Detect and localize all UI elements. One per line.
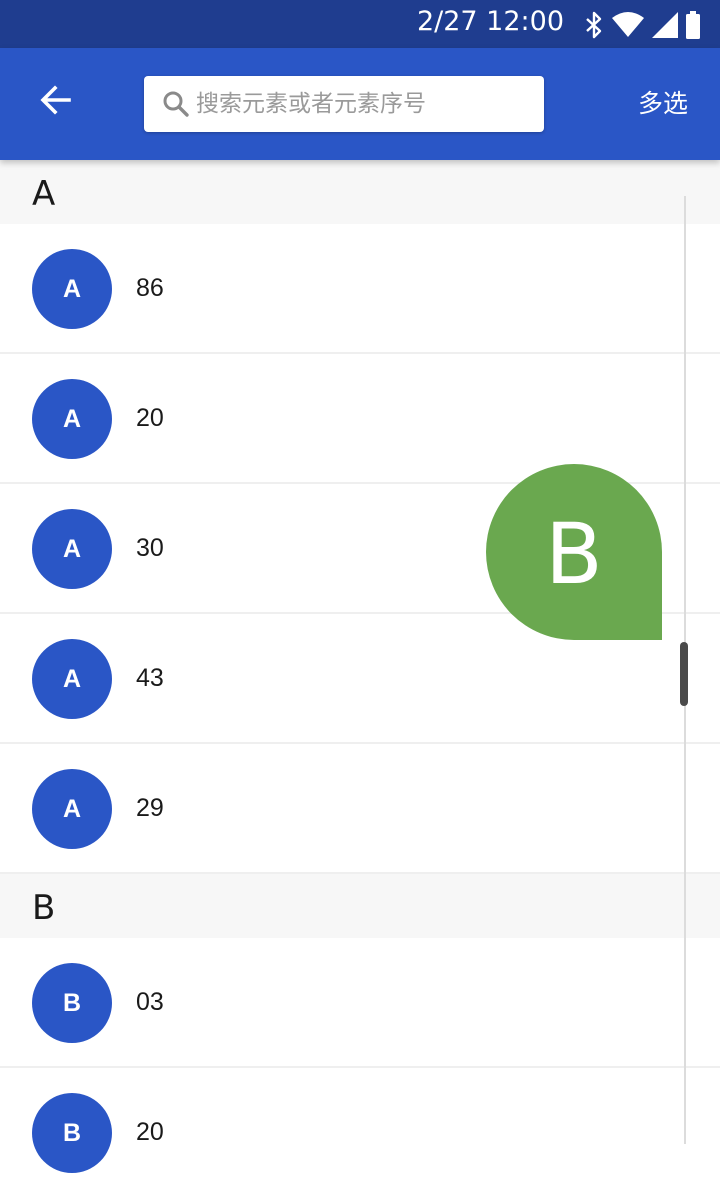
section-header-b: B (0, 874, 720, 938)
list-item-label: 30 (136, 534, 164, 562)
avatar: B (32, 963, 112, 1043)
section-letter: B (32, 888, 56, 928)
index-bubble: B (486, 464, 662, 640)
battery-icon (686, 11, 700, 39)
status-time: 2/27 12:00 (416, 6, 564, 37)
element-list[interactable]: A A 86 A 20 A 30 A 43 A 29 B B 03 B 20 (0, 160, 720, 1184)
list-item-label: 03 (136, 988, 164, 1016)
app-bar: 多选 (0, 48, 720, 160)
bluetooth-icon (584, 11, 604, 39)
multi-select-button[interactable]: 多选 (638, 84, 688, 120)
avatar: B (32, 1093, 112, 1173)
search-input[interactable] (196, 84, 526, 124)
list-item-label: 43 (136, 664, 164, 692)
status-icons (584, 10, 700, 40)
avatar: A (32, 509, 112, 589)
list-item-label: 20 (136, 1118, 164, 1146)
search-box[interactable] (144, 76, 544, 132)
list-item[interactable]: B 03 (0, 938, 720, 1068)
avatar: A (32, 639, 112, 719)
search-icon (162, 90, 190, 118)
list-item[interactable]: A 86 (0, 224, 720, 354)
list-item[interactable]: A 29 (0, 744, 720, 874)
avatar: A (32, 249, 112, 329)
section-letter: A (32, 174, 56, 214)
wifi-icon (612, 12, 644, 38)
section-header-a: A (0, 160, 720, 224)
arrow-back-icon (39, 83, 73, 121)
fast-scroll-thumb[interactable] (680, 642, 688, 706)
avatar: A (32, 769, 112, 849)
back-button[interactable] (28, 74, 84, 130)
list-item[interactable]: B 20 (0, 1068, 720, 1184)
list-item-label: 29 (136, 794, 164, 822)
avatar: A (32, 379, 112, 459)
status-bar: 2/27 12:00 (0, 0, 720, 48)
list-item-label: 20 (136, 404, 164, 432)
signal-icon (652, 12, 678, 38)
list-item-label: 86 (136, 274, 164, 302)
index-bubble-letter: B (545, 505, 603, 603)
list-item[interactable]: A 20 (0, 354, 720, 484)
